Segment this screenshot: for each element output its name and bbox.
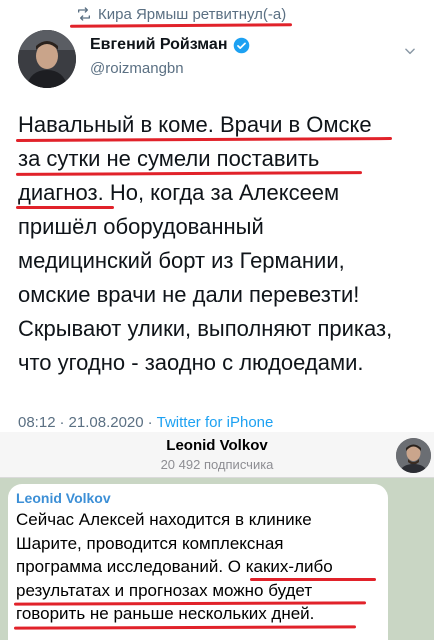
tweet-line: омские врачи не дали перевезти! (18, 282, 360, 307)
tweet-line: медицинский борт из Германии, (18, 248, 345, 273)
tweet-line: пришёл оборудованный (18, 214, 264, 239)
telegram-header[interactable]: Leonid Volkov 20 492 подписчика (0, 432, 434, 478)
display-name[interactable]: Евгений Ройзман (90, 36, 227, 54)
retweet-icon (78, 7, 90, 21)
red-underline (250, 578, 376, 581)
tweet-card[interactable]: Кира Ярмыш ретвитнул(-а) Евгений Ройзман… (0, 0, 434, 432)
tweet-source-link[interactable]: Twitter for iPhone (157, 414, 274, 431)
subscriber-count: 20 492 подписчика (160, 457, 274, 472)
tweet-time[interactable]: 08:12 (18, 414, 56, 431)
message-line: говорить не раньше нескольких дней. (16, 604, 315, 623)
channel-name[interactable]: Leonid Volkov (0, 437, 434, 454)
red-underline (16, 206, 114, 209)
retweet-indicator[interactable]: Кира Ярмыш ретвитнул(-а) (76, 2, 286, 26)
user-handle[interactable]: @roizmangbn (90, 60, 184, 77)
author-name-row[interactable]: Евгений Ройзман (90, 36, 250, 54)
avatar[interactable] (18, 30, 76, 88)
telegram-channel-view: Leonid Volkov 20 492 подписчика Leonid V… (0, 432, 434, 640)
tweet-line: Скрывают улики, выполняют приказ, (18, 316, 393, 341)
message-line: Сейчас Алексей находится в клинике (16, 510, 312, 529)
tweet-meta: 08:12 · 21.08.2020 · Twitter for iPhone (18, 414, 273, 431)
message-author[interactable]: Leonid Volkov (16, 490, 111, 506)
channel-avatar[interactable] (396, 438, 431, 473)
meta-separator: · (147, 414, 153, 431)
message-line: программа исследований. О каких-либо (16, 557, 333, 576)
red-underline-retweet (69, 23, 293, 28)
message-line: результатах и прогнозах можно будет (16, 580, 313, 600)
meta-separator: · (59, 414, 65, 431)
tweet-line: что угодно - заодно с людоедами. (18, 350, 364, 375)
retweet-text: Кира Ярмыш ретвитнул(-а) (98, 5, 287, 23)
tweet-line: диагноз. Но, когда за Алексеем (18, 180, 340, 205)
message-text: Сейчас Алексей находится в клинике Шарит… (16, 508, 386, 626)
verified-badge-icon (234, 37, 250, 53)
tweet-body: Навальный в коме. Врачи в Омске за сутки… (18, 108, 428, 380)
chevron-down-icon[interactable] (403, 44, 417, 58)
message-line: Шарите, проводится комплексная (16, 533, 284, 553)
tweet-date[interactable]: 21.08.2020 (69, 414, 144, 431)
